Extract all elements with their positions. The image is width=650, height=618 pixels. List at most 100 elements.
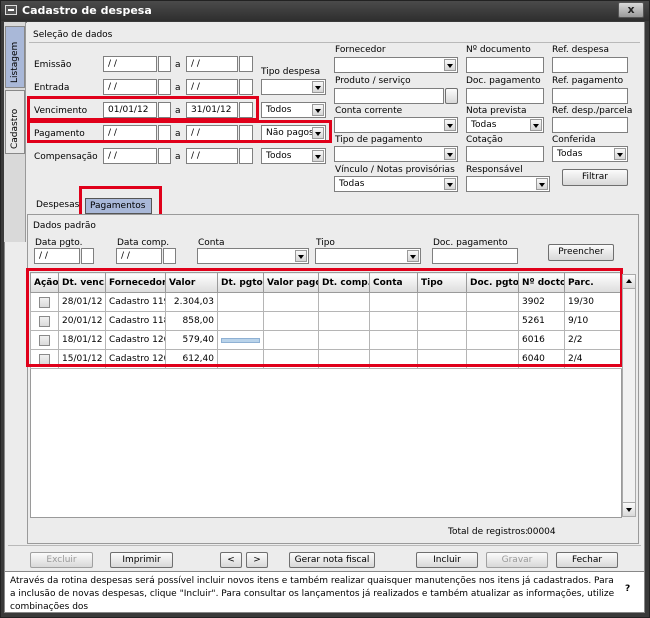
grid-vertical-scrollbar[interactable]: [622, 274, 636, 517]
tab-despesas[interactable]: Despesas: [32, 198, 83, 214]
next-button[interactable]: >: [246, 552, 268, 568]
tipo-pagamento-select[interactable]: [334, 146, 458, 162]
emissao-from-field[interactable]: / /: [103, 56, 157, 72]
close-button[interactable]: x: [618, 2, 644, 18]
emissao-from-calendar[interactable]: [158, 56, 171, 72]
gerar-nota-fiscal-button[interactable]: Gerar nota fiscal: [289, 552, 375, 568]
compensacao-label: Compensação: [34, 152, 98, 162]
emissao-label: Emissão: [34, 60, 72, 70]
entrada-to-calendar[interactable]: [239, 79, 253, 95]
entrada-separator: a: [175, 83, 181, 93]
nota-prevista-value: Todas: [471, 120, 497, 130]
tipo-despesa-label: Tipo despesa: [261, 67, 321, 77]
chevron-down-icon[interactable]: [407, 250, 419, 262]
conta-select[interactable]: [197, 248, 309, 264]
preencher-button[interactable]: Preencher: [548, 244, 614, 261]
dados-padrao-header: Dados padrão: [33, 221, 96, 231]
entrada-to-field[interactable]: / /: [186, 79, 238, 95]
imprimir-button[interactable]: Imprimir: [110, 552, 173, 568]
produto-servico-field[interactable]: [334, 88, 444, 104]
chevron-down-icon[interactable]: [444, 148, 456, 160]
fornecedor-label: Fornecedor: [335, 45, 386, 55]
vinculo-select[interactable]: Todas: [334, 176, 458, 192]
conta-corrente-select[interactable]: [334, 117, 458, 133]
compensacao-from-field[interactable]: / /: [103, 148, 157, 164]
emissao-separator: a: [175, 60, 181, 70]
data-comp-field[interactable]: / /: [116, 248, 162, 264]
help-text: Através da rotina despesas será possível…: [10, 576, 615, 612]
compensacao-to-calendar[interactable]: [239, 148, 253, 164]
ref-despesa-field[interactable]: [552, 57, 628, 73]
compensacao-option-select[interactable]: Todos: [261, 148, 326, 164]
incluir-button[interactable]: Incluir: [416, 552, 478, 568]
doc-pagamento-field[interactable]: [466, 88, 544, 104]
produto-servico-lookup-button[interactable]: [445, 88, 458, 104]
chevron-down-icon[interactable]: [312, 81, 324, 93]
produto-servico-label: Produto / serviço: [335, 76, 411, 86]
side-tab-cadastro[interactable]: Cadastro: [5, 90, 25, 154]
scroll-up-icon[interactable]: [623, 275, 635, 289]
tipo-label: Tipo: [316, 238, 335, 248]
data-pgto-calendar[interactable]: [81, 248, 94, 264]
tipo-despesa-select[interactable]: [261, 79, 326, 95]
conferida-select[interactable]: Todas: [552, 146, 628, 162]
help-question-icon[interactable]: ?: [625, 584, 630, 594]
dp-doc-pagamento-field[interactable]: [432, 248, 518, 264]
doc-pagamento-label: Doc. pagamento: [466, 76, 541, 86]
entrada-from-field[interactable]: / /: [103, 79, 157, 95]
chevron-down-icon[interactable]: [614, 148, 626, 160]
vencimento-highlight: [27, 96, 259, 121]
n-documento-field[interactable]: [466, 57, 544, 73]
nota-prevista-select[interactable]: Todas: [466, 117, 544, 133]
compensacao-from-calendar[interactable]: [158, 148, 171, 164]
fechar-button[interactable]: Fechar: [556, 552, 618, 568]
chevron-down-icon[interactable]: [312, 150, 324, 162]
entrada-from-calendar[interactable]: [158, 79, 171, 95]
window-menu-icon[interactable]: [5, 5, 17, 15]
data-comp-calendar[interactable]: [163, 248, 176, 264]
compensacao-to-field[interactable]: / /: [186, 148, 238, 164]
tipo-select[interactable]: [315, 248, 421, 264]
chevron-down-icon[interactable]: [536, 178, 548, 190]
chevron-down-icon[interactable]: [530, 119, 542, 131]
ref-desp-parcela-field[interactable]: [552, 117, 628, 133]
n-documento-label: Nº documento: [466, 45, 531, 55]
total-registros-label: Total de registros:: [448, 527, 529, 537]
selection-header: Seleção de dados: [33, 30, 113, 40]
chevron-down-icon[interactable]: [444, 178, 456, 190]
chevron-down-icon[interactable]: [444, 59, 456, 71]
side-tabs: Listagem Cadastro: [4, 22, 26, 242]
conferida-value: Todas: [557, 149, 583, 159]
side-tab-listagem[interactable]: Listagem: [5, 26, 25, 88]
compensacao-option-value: Todos: [266, 151, 292, 161]
fornecedor-select[interactable]: [334, 57, 458, 73]
gravar-button[interactable]: Gravar: [486, 552, 548, 568]
conferida-label: Conferida: [552, 135, 596, 145]
vencimento-option-select[interactable]: Todos: [261, 102, 326, 118]
ref-pagamento-field[interactable]: [552, 88, 628, 104]
excluir-button[interactable]: Excluir: [30, 552, 93, 568]
nota-prevista-label: Nota prevista: [466, 106, 527, 116]
chevron-down-icon[interactable]: [295, 250, 307, 262]
emissao-to-calendar[interactable]: [239, 56, 253, 72]
side-tab-listagem-label: Listagem: [10, 41, 20, 83]
responsavel-select[interactable]: [466, 176, 550, 192]
ref-desp-parcela-label: Ref. desp./parcela: [552, 106, 633, 116]
scroll-down-icon[interactable]: [623, 502, 635, 516]
responsavel-label: Responsável: [466, 165, 523, 175]
filtrar-button[interactable]: Filtrar: [562, 169, 628, 186]
selection-divider: [29, 42, 640, 43]
data-pgto-label: Data pgto.: [35, 238, 83, 248]
data-pgto-field[interactable]: / /: [34, 248, 80, 264]
emissao-to-field[interactable]: / /: [186, 56, 238, 72]
cotacao-field[interactable]: [466, 146, 544, 162]
tipo-pagamento-label: Tipo de pagamento: [335, 135, 423, 145]
chevron-down-icon[interactable]: [444, 119, 456, 131]
side-tab-cadastro-label: Cadastro: [10, 108, 20, 149]
help-panel: Através da rotina despesas será possível…: [4, 571, 645, 613]
vinculo-value: Todas: [339, 179, 365, 189]
entrada-label: Entrada: [34, 83, 70, 93]
previous-button[interactable]: <: [220, 552, 242, 568]
chevron-down-icon[interactable]: [312, 104, 324, 116]
vinculo-label: Vínculo / Notas provisórias: [335, 165, 455, 175]
